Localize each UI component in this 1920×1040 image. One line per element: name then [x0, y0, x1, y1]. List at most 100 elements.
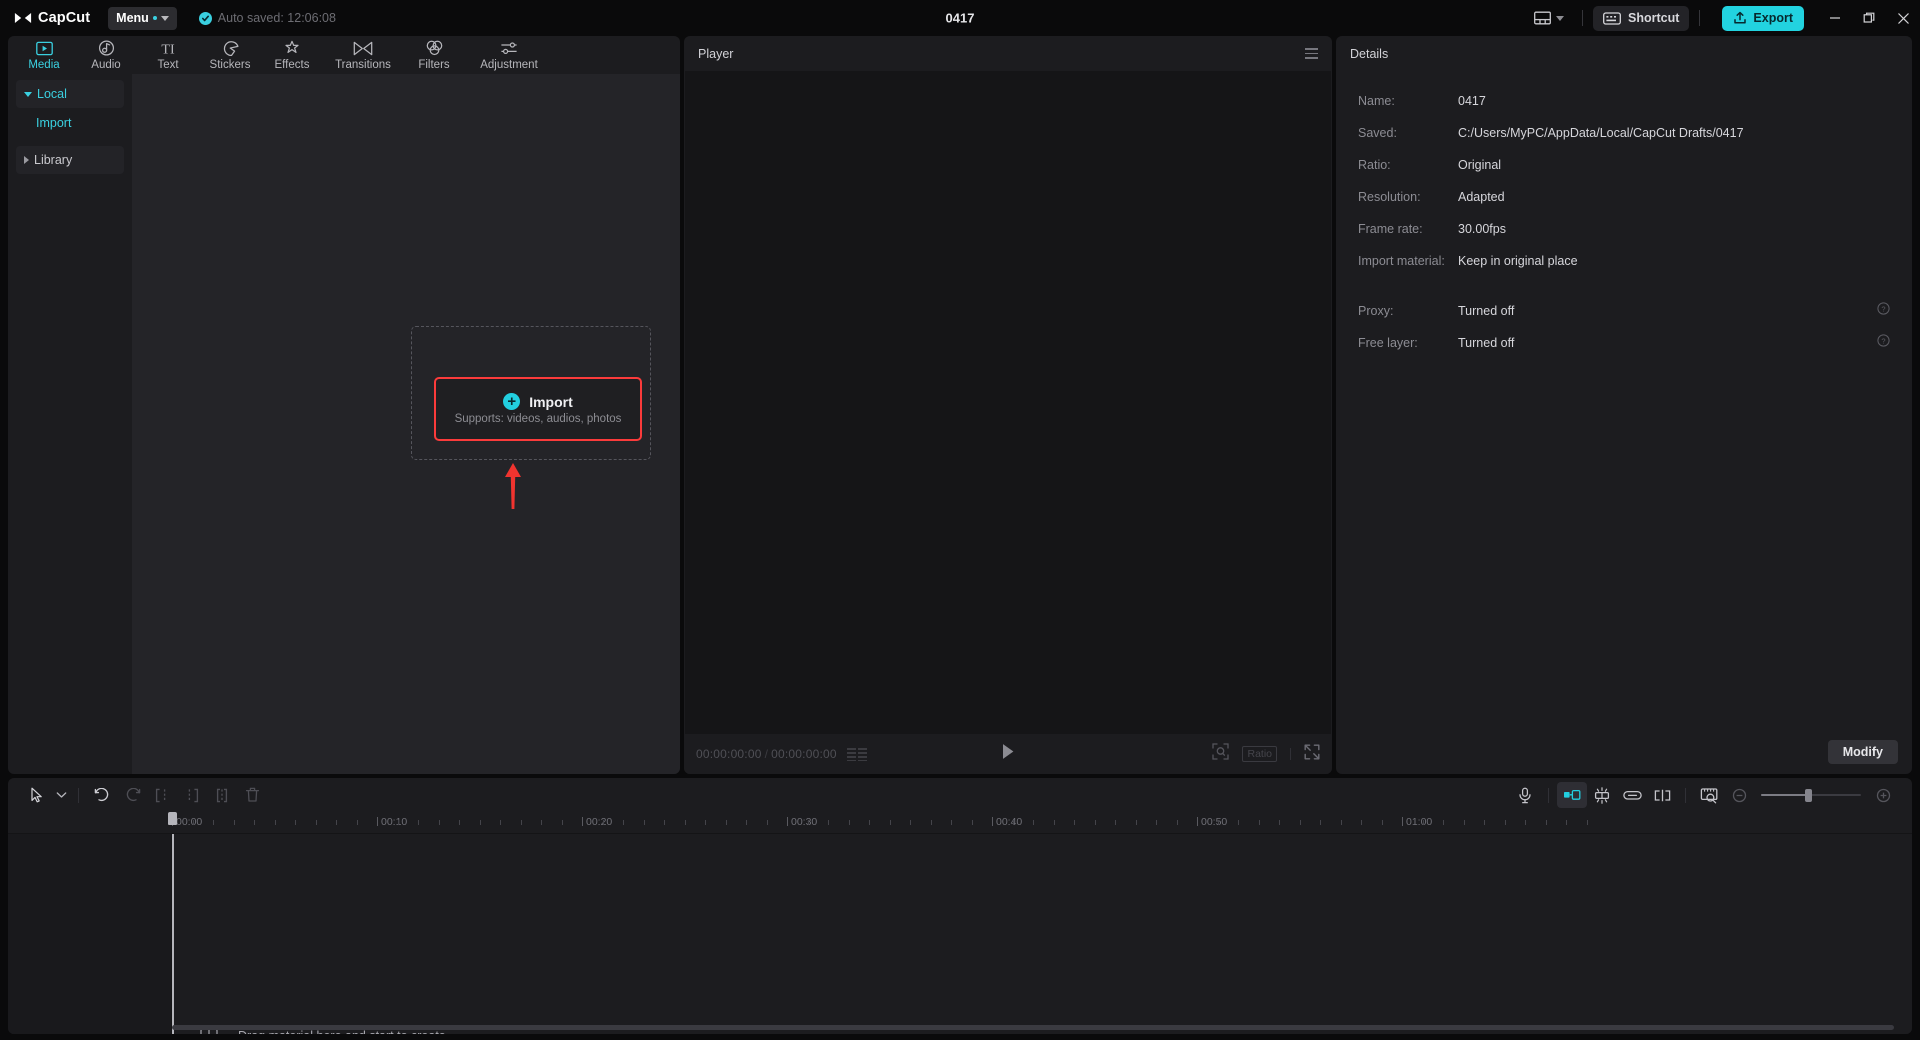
import-supports-label: Supports: videos, audios, photos: [454, 413, 622, 425]
ruler-minor-tick: [1012, 820, 1014, 825]
link-button[interactable]: [1617, 782, 1647, 808]
timeline-ruler[interactable]: 00:00 00:10 00:20 00:30 00:40 00:50 01:00: [8, 812, 1912, 834]
player-stage[interactable]: [685, 71, 1331, 734]
layout-button[interactable]: [1526, 11, 1572, 25]
media-panel: Media Audio TI Text Stickers Effects Tra…: [8, 36, 680, 774]
ruler-minor-tick: [1238, 820, 1239, 825]
panel-tabbar: Media Audio TI Text Stickers Effects Tra…: [8, 36, 680, 74]
select-cursor-button[interactable]: [22, 782, 52, 808]
playhead-handle[interactable]: [168, 812, 177, 825]
tab-adjustment[interactable]: Adjustment: [466, 36, 552, 71]
details-row-framerate: Frame rate: 30.00fps: [1358, 213, 1890, 245]
play-button[interactable]: [1000, 743, 1016, 766]
snap-magnet-button[interactable]: [1557, 782, 1587, 808]
ruler-tick-label: 00:40: [996, 816, 1023, 828]
tab-text[interactable]: TI Text: [138, 36, 198, 71]
export-button[interactable]: Export: [1722, 5, 1804, 31]
details-row-saved: Saved: C:/Users/MyPC/AppData/Local/CapCu…: [1358, 117, 1890, 149]
details-footer: Modify: [1336, 730, 1912, 774]
ruler-tick-label: 00:20: [586, 816, 613, 828]
slider-knob[interactable]: [1805, 788, 1812, 802]
zoom-fit-button[interactable]: [1212, 743, 1230, 765]
maximize-button[interactable]: [1852, 0, 1886, 36]
minimize-button[interactable]: [1818, 0, 1852, 36]
ratio-button[interactable]: Ratio: [1242, 746, 1277, 762]
record-voiceover-button[interactable]: [1510, 782, 1540, 808]
cursor-mode-dropdown[interactable]: [52, 782, 70, 808]
details-divider-gap: [1358, 277, 1890, 295]
tab-effects[interactable]: Effects: [262, 36, 322, 71]
delete-button[interactable]: [237, 782, 267, 808]
ruler-minor-tick: [910, 820, 911, 825]
tab-filters[interactable]: Filters: [404, 36, 464, 71]
preview-ruler-button[interactable]: [1694, 782, 1724, 808]
menu-button[interactable]: Menu: [108, 6, 177, 30]
shortcut-button[interactable]: Shortcut: [1593, 5, 1690, 31]
window-controls: [1818, 0, 1920, 36]
plus-icon: +: [503, 393, 521, 410]
close-button[interactable]: [1886, 0, 1920, 36]
help-icon[interactable]: ?: [1877, 334, 1890, 352]
select-cursor-icon: [31, 787, 42, 803]
ruler-minor-tick: [643, 820, 645, 825]
timeline-tracks[interactable]: Drag material here and start to create: [172, 834, 1912, 1034]
timeline-horizontal-scrollbar[interactable]: [172, 1025, 1894, 1030]
sidebar-item-label: Library: [34, 153, 73, 167]
ruler-minor-tick: [1074, 820, 1075, 825]
row-label: Ratio:: [1358, 158, 1391, 172]
ruler-minor-tick: [213, 820, 214, 825]
split-right-button[interactable]: [177, 782, 207, 808]
tab-stickers[interactable]: Stickers: [200, 36, 260, 71]
ruler-major-tick: [992, 817, 993, 826]
help-icon[interactable]: ?: [1877, 302, 1890, 320]
export-upload-icon: [1734, 11, 1747, 24]
tab-label: Filters: [418, 59, 450, 71]
split-button[interactable]: [207, 782, 237, 808]
row-value: Turned off: [1458, 304, 1515, 318]
sidebar-item-local[interactable]: Local: [16, 80, 124, 108]
zoom-in-button[interactable]: [1868, 782, 1898, 808]
mirror-split-icon: [1654, 789, 1670, 801]
zoom-out-button[interactable]: [1724, 782, 1754, 808]
ruler-minor-tick: [746, 820, 747, 825]
player-panel: Player 00:00:00:00 / 00:00:00:00 Ratio: [684, 36, 1332, 774]
import-button[interactable]: + Import Supports: videos, audios, photo…: [434, 377, 642, 441]
timeline-toolbar-right: [1510, 782, 1898, 808]
details-panel: Details Name: 0417 Saved: C:/Users/MyPC/…: [1336, 36, 1912, 774]
redo-button[interactable]: [117, 782, 147, 808]
annotation-arrow-icon: [505, 463, 521, 509]
tab-media[interactable]: Media: [14, 36, 74, 71]
title-bar: CapCut Menu Auto saved: 12:06:08 0417 Sh…: [0, 0, 1920, 36]
sidebar-item-library[interactable]: Library: [16, 146, 124, 174]
ruler-minor-tick: [725, 820, 727, 825]
preview-ruler-icon: [1700, 787, 1717, 803]
fullscreen-button[interactable]: [1304, 744, 1320, 765]
modify-button[interactable]: Modify: [1827, 740, 1898, 764]
undo-button[interactable]: [87, 782, 117, 808]
mirror-split-button[interactable]: [1647, 782, 1677, 808]
shortcut-label: Shortcut: [1628, 11, 1680, 25]
ruler-minor-tick: [930, 820, 932, 825]
tab-transitions[interactable]: Transitions: [324, 36, 402, 71]
ruler-minor-tick: [254, 820, 255, 825]
timeline-track-headers: [8, 834, 172, 1034]
ruler-minor-tick: [295, 820, 296, 825]
tab-audio[interactable]: Audio: [76, 36, 136, 71]
tab-label: Effects: [274, 59, 310, 71]
ruler-minor-tick: [1320, 820, 1321, 825]
ruler-minor-tick: [1381, 820, 1383, 825]
ruler-minor-tick: [520, 820, 522, 825]
hamburger-icon[interactable]: [1305, 48, 1318, 59]
auto-adjust-button[interactable]: [1587, 782, 1617, 808]
ruler-minor-tick: [418, 820, 419, 825]
split-left-icon: [155, 788, 166, 802]
row-value: C:/Users/MyPC/AppData/Local/CapCut Draft…: [1458, 126, 1744, 140]
timecode-format-icon[interactable]: [846, 747, 867, 761]
ruler-minor-tick: [951, 820, 952, 825]
timeline-zoom-slider[interactable]: [1761, 788, 1861, 802]
ruler-minor-tick: [1525, 820, 1526, 825]
sidebar-item-import[interactable]: Import: [36, 110, 124, 136]
playhead[interactable]: [172, 834, 174, 1034]
split-left-button[interactable]: [147, 782, 177, 808]
ruler-minor-tick: [602, 820, 604, 825]
